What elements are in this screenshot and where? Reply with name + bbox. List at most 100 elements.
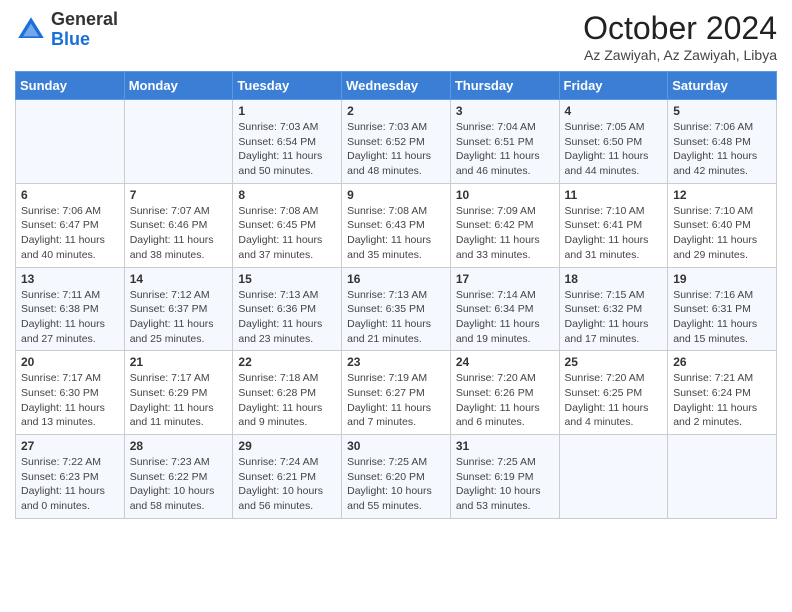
day-info: Sunrise: 7:06 AM Sunset: 6:47 PM Dayligh…: [21, 204, 119, 263]
day-info: Sunrise: 7:06 AM Sunset: 6:48 PM Dayligh…: [673, 120, 771, 179]
day-number: 6: [21, 188, 119, 202]
day-number: 12: [673, 188, 771, 202]
day-number: 7: [130, 188, 228, 202]
day-info: Sunrise: 7:13 AM Sunset: 6:35 PM Dayligh…: [347, 288, 445, 347]
day-number: 14: [130, 272, 228, 286]
calendar-cell: 31 Sunrise: 7:25 AM Sunset: 6:19 PM Dayli…: [450, 435, 559, 519]
calendar-cell: 14 Sunrise: 7:12 AM Sunset: 6:37 PM Dayli…: [124, 267, 233, 351]
day-info: Sunrise: 7:11 AM Sunset: 6:38 PM Dayligh…: [21, 288, 119, 347]
location-subtitle: Az Zawiyah, Az Zawiyah, Libya: [583, 47, 777, 63]
day-info: Sunrise: 7:15 AM Sunset: 6:32 PM Dayligh…: [565, 288, 663, 347]
calendar-cell: 12 Sunrise: 7:10 AM Sunset: 6:40 PM Dayli…: [668, 183, 777, 267]
day-number: 25: [565, 355, 663, 369]
day-info: Sunrise: 7:03 AM Sunset: 6:54 PM Dayligh…: [238, 120, 336, 179]
calendar-cell: 9Sunrise: 7:08 AM Sunset: 6:43 PM Daylig…: [342, 183, 451, 267]
weekday-header-friday: Friday: [559, 72, 668, 100]
calendar-cell: 22 Sunrise: 7:18 AM Sunset: 6:28 PM Dayli…: [233, 351, 342, 435]
day-number: 26: [673, 355, 771, 369]
day-number: 20: [21, 355, 119, 369]
day-info: Sunrise: 7:14 AM Sunset: 6:34 PM Dayligh…: [456, 288, 554, 347]
day-info: Sunrise: 7:25 AM Sunset: 6:19 PM Dayligh…: [456, 455, 554, 514]
calendar-cell: 11 Sunrise: 7:10 AM Sunset: 6:41 PM Dayli…: [559, 183, 668, 267]
day-number: 2: [347, 104, 445, 118]
day-info: Sunrise: 7:12 AM Sunset: 6:37 PM Dayligh…: [130, 288, 228, 347]
day-number: 4: [565, 104, 663, 118]
weekday-header-row: SundayMondayTuesdayWednesdayThursdayFrid…: [16, 72, 777, 100]
calendar-cell: 29 Sunrise: 7:24 AM Sunset: 6:21 PM Dayli…: [233, 435, 342, 519]
month-title: October 2024: [583, 10, 777, 47]
day-info: Sunrise: 7:17 AM Sunset: 6:29 PM Dayligh…: [130, 371, 228, 430]
calendar-cell: 13 Sunrise: 7:11 AM Sunset: 6:38 PM Dayli…: [16, 267, 125, 351]
calendar-cell: 4 Sunrise: 7:05 AM Sunset: 6:50 PM Daylig…: [559, 100, 668, 184]
calendar-cell: 16Sunrise: 7:13 AM Sunset: 6:35 PM Dayli…: [342, 267, 451, 351]
calendar-cell: [559, 435, 668, 519]
day-info: Sunrise: 7:24 AM Sunset: 6:21 PM Dayligh…: [238, 455, 336, 514]
calendar-table: SundayMondayTuesdayWednesdayThursdayFrid…: [15, 71, 777, 519]
day-number: 27: [21, 439, 119, 453]
calendar-cell: 21Sunrise: 7:17 AM Sunset: 6:29 PM Dayli…: [124, 351, 233, 435]
day-info: Sunrise: 7:18 AM Sunset: 6:28 PM Dayligh…: [238, 371, 336, 430]
calendar-cell: [668, 435, 777, 519]
day-info: Sunrise: 7:08 AM Sunset: 6:45 PM Dayligh…: [238, 204, 336, 263]
day-number: 17: [456, 272, 554, 286]
calendar-cell: 26 Sunrise: 7:21 AM Sunset: 6:24 PM Dayli…: [668, 351, 777, 435]
day-info: Sunrise: 7:05 AM Sunset: 6:50 PM Dayligh…: [565, 120, 663, 179]
day-number: 5: [673, 104, 771, 118]
weekday-header-monday: Monday: [124, 72, 233, 100]
day-number: 24: [456, 355, 554, 369]
calendar-cell: 25 Sunrise: 7:20 AM Sunset: 6:25 PM Dayli…: [559, 351, 668, 435]
week-row-2: 6 Sunrise: 7:06 AM Sunset: 6:47 PM Daylig…: [16, 183, 777, 267]
day-number: 30: [347, 439, 445, 453]
day-info: Sunrise: 7:10 AM Sunset: 6:41 PM Dayligh…: [565, 204, 663, 263]
calendar-cell: [124, 100, 233, 184]
calendar-cell: 17 Sunrise: 7:14 AM Sunset: 6:34 PM Dayli…: [450, 267, 559, 351]
day-info: Sunrise: 7:23 AM Sunset: 6:22 PM Dayligh…: [130, 455, 228, 514]
logo: General Blue: [15, 10, 118, 50]
day-info: Sunrise: 7:25 AM Sunset: 6:20 PM Dayligh…: [347, 455, 445, 514]
day-number: 31: [456, 439, 554, 453]
day-info: Sunrise: 7:21 AM Sunset: 6:24 PM Dayligh…: [673, 371, 771, 430]
day-info: Sunrise: 7:20 AM Sunset: 6:25 PM Dayligh…: [565, 371, 663, 430]
day-number: 29: [238, 439, 336, 453]
calendar-cell: 30 Sunrise: 7:25 AM Sunset: 6:20 PM Dayli…: [342, 435, 451, 519]
weekday-header-thursday: Thursday: [450, 72, 559, 100]
week-row-3: 13 Sunrise: 7:11 AM Sunset: 6:38 PM Dayli…: [16, 267, 777, 351]
day-number: 8: [238, 188, 336, 202]
calendar-cell: 28Sunrise: 7:23 AM Sunset: 6:22 PM Dayli…: [124, 435, 233, 519]
calendar-cell: 6 Sunrise: 7:06 AM Sunset: 6:47 PM Daylig…: [16, 183, 125, 267]
day-number: 15: [238, 272, 336, 286]
weekday-header-wednesday: Wednesday: [342, 72, 451, 100]
day-info: Sunrise: 7:10 AM Sunset: 6:40 PM Dayligh…: [673, 204, 771, 263]
week-row-1: 1Sunrise: 7:03 AM Sunset: 6:54 PM Daylig…: [16, 100, 777, 184]
calendar-cell: 15Sunrise: 7:13 AM Sunset: 6:36 PM Dayli…: [233, 267, 342, 351]
day-number: 19: [673, 272, 771, 286]
logo-icon: [15, 14, 47, 46]
calendar-cell: 23 Sunrise: 7:19 AM Sunset: 6:27 PM Dayli…: [342, 351, 451, 435]
week-row-4: 20 Sunrise: 7:17 AM Sunset: 6:30 PM Dayli…: [16, 351, 777, 435]
day-number: 11: [565, 188, 663, 202]
day-info: Sunrise: 7:09 AM Sunset: 6:42 PM Dayligh…: [456, 204, 554, 263]
calendar-cell: 18 Sunrise: 7:15 AM Sunset: 6:32 PM Dayli…: [559, 267, 668, 351]
day-number: 9: [347, 188, 445, 202]
calendar-cell: 20 Sunrise: 7:17 AM Sunset: 6:30 PM Dayli…: [16, 351, 125, 435]
day-info: Sunrise: 7:20 AM Sunset: 6:26 PM Dayligh…: [456, 371, 554, 430]
day-info: Sunrise: 7:19 AM Sunset: 6:27 PM Dayligh…: [347, 371, 445, 430]
day-number: 10: [456, 188, 554, 202]
calendar-cell: 3Sunrise: 7:04 AM Sunset: 6:51 PM Daylig…: [450, 100, 559, 184]
day-info: Sunrise: 7:03 AM Sunset: 6:52 PM Dayligh…: [347, 120, 445, 179]
week-row-5: 27Sunrise: 7:22 AM Sunset: 6:23 PM Dayli…: [16, 435, 777, 519]
calendar-cell: 19Sunrise: 7:16 AM Sunset: 6:31 PM Dayli…: [668, 267, 777, 351]
day-info: Sunrise: 7:17 AM Sunset: 6:30 PM Dayligh…: [21, 371, 119, 430]
day-number: 23: [347, 355, 445, 369]
day-number: 13: [21, 272, 119, 286]
calendar-cell: 24 Sunrise: 7:20 AM Sunset: 6:26 PM Dayli…: [450, 351, 559, 435]
calendar-cell: 10 Sunrise: 7:09 AM Sunset: 6:42 PM Dayli…: [450, 183, 559, 267]
weekday-header-tuesday: Tuesday: [233, 72, 342, 100]
calendar-cell: 8 Sunrise: 7:08 AM Sunset: 6:45 PM Daylig…: [233, 183, 342, 267]
day-info: Sunrise: 7:07 AM Sunset: 6:46 PM Dayligh…: [130, 204, 228, 263]
day-number: 3: [456, 104, 554, 118]
calendar-cell: 2 Sunrise: 7:03 AM Sunset: 6:52 PM Daylig…: [342, 100, 451, 184]
day-number: 22: [238, 355, 336, 369]
weekday-header-saturday: Saturday: [668, 72, 777, 100]
day-number: 18: [565, 272, 663, 286]
